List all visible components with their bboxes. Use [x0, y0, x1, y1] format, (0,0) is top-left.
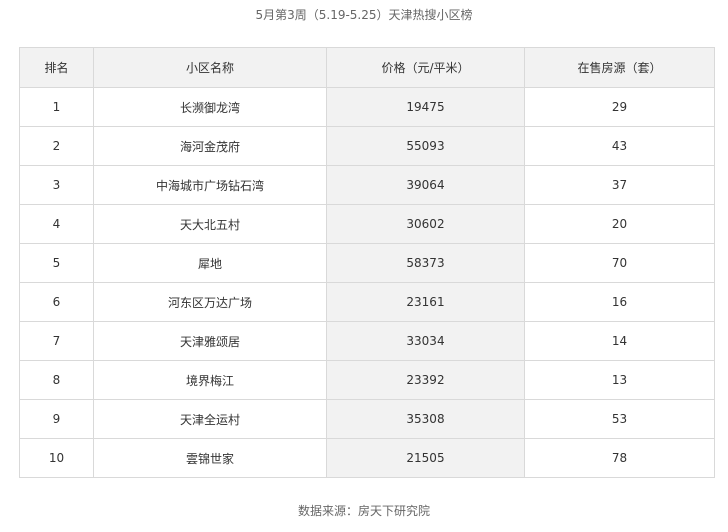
cell-listings: 37 — [524, 165, 715, 205]
cell-rank: 10 — [19, 438, 94, 478]
cell-community-name: 雲锦世家 — [93, 438, 327, 478]
header-community-name: 小区名称 — [93, 47, 327, 88]
cell-listings: 29 — [524, 87, 715, 127]
table-row: 7 天津雅颂居 33034 14 — [19, 321, 715, 361]
header-rank: 排名 — [19, 47, 94, 88]
ranking-table: 排名 小区名称 价格（元/平米） 在售房源（套） 1 长濒御龙湾 19475 29 2 海… — [19, 47, 715, 478]
cell-community-name: 境界梅江 — [93, 360, 327, 400]
cell-community-name: 天大北五村 — [93, 204, 327, 244]
cell-rank: 2 — [19, 126, 94, 166]
table-row: 6 河东区万达广场 23161 16 — [19, 282, 715, 322]
cell-listings: 14 — [524, 321, 715, 361]
cell-price: 33034 — [326, 321, 525, 361]
cell-listings: 20 — [524, 204, 715, 244]
table-row: 2 海河金茂府 55093 43 — [19, 126, 715, 166]
cell-listings: 78 — [524, 438, 715, 478]
table-title: 5月第3周（5.19-5.25）天津热搜小区榜 — [255, 8, 473, 22]
cell-price: 58373 — [326, 243, 525, 283]
cell-price: 19475 — [326, 87, 525, 127]
table-row: 3 中海城市广场钻石湾 39064 37 — [19, 165, 715, 205]
cell-rank: 1 — [19, 87, 94, 127]
page: 5月第3周（5.19-5.25）天津热搜小区榜 排名 小区名称 价格（元/平米）… — [0, 0, 728, 532]
cell-price: 35308 — [326, 399, 525, 439]
cell-community-name: 犀地 — [93, 243, 327, 283]
cell-price: 39064 — [326, 165, 525, 205]
table-row: 10 雲锦世家 21505 78 — [19, 438, 715, 478]
cell-rank: 5 — [19, 243, 94, 283]
cell-price: 30602 — [326, 204, 525, 244]
cell-price: 23161 — [326, 282, 525, 322]
cell-community-name: 天津全运村 — [93, 399, 327, 439]
table-row: 4 天大北五村 30602 20 — [19, 204, 715, 244]
table-row: 1 长濒御龙湾 19475 29 — [19, 87, 715, 127]
header-listings: 在售房源（套） — [524, 47, 715, 88]
cell-price: 21505 — [326, 438, 525, 478]
header-row: 排名 小区名称 价格（元/平米） 在售房源（套） — [19, 47, 715, 88]
cell-rank: 8 — [19, 360, 94, 400]
table-row: 5 犀地 58373 70 — [19, 243, 715, 283]
cell-price: 23392 — [326, 360, 525, 400]
cell-rank: 4 — [19, 204, 94, 244]
cell-listings: 16 — [524, 282, 715, 322]
cell-listings: 13 — [524, 360, 715, 400]
cell-rank: 3 — [19, 165, 94, 205]
cell-community-name: 海河金茂府 — [93, 126, 327, 166]
cell-community-name: 长濒御龙湾 — [93, 87, 327, 127]
cell-rank: 6 — [19, 282, 94, 322]
table-row: 8 境界梅江 23392 13 — [19, 360, 715, 400]
cell-community-name: 天津雅颂居 — [93, 321, 327, 361]
cell-price: 55093 — [326, 126, 525, 166]
cell-listings: 43 — [524, 126, 715, 166]
cell-rank: 7 — [19, 321, 94, 361]
cell-community-name: 河东区万达广场 — [93, 282, 327, 322]
data-source: 数据来源：房天下研究院 — [297, 504, 430, 518]
cell-listings: 53 — [524, 399, 715, 439]
cell-community-name: 中海城市广场钻石湾 — [93, 165, 327, 205]
cell-listings: 70 — [524, 243, 715, 283]
header-price: 价格（元/平米） — [326, 47, 525, 88]
cell-rank: 9 — [19, 399, 94, 439]
table-row: 9 天津全运村 35308 53 — [19, 399, 715, 439]
